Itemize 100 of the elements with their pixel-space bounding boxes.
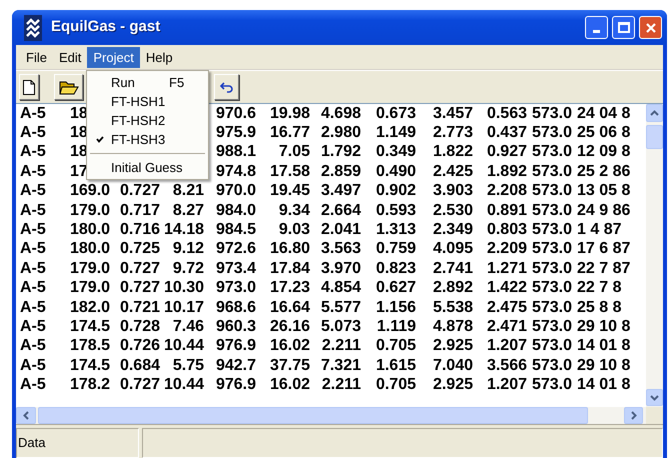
data-cell: 16.80 (270, 240, 310, 258)
data-cell: 5.538 (432, 298, 473, 316)
minimize-button[interactable] (585, 16, 608, 39)
data-cell: 2.208 (486, 182, 527, 200)
data-cell: 19.45 (270, 182, 310, 200)
data-cell: A-5 (20, 298, 46, 316)
data-cell: 0.727 (120, 260, 160, 277)
scroll-left-button[interactable] (16, 407, 36, 424)
menu-option[interactable]: Initial Guess (87, 158, 208, 177)
scroll-down-button[interactable] (646, 389, 663, 406)
data-cell: 2.741 (432, 260, 473, 277)
data-cell: A-5 (20, 376, 46, 394)
data-cell: 573.0 (532, 279, 572, 296)
data-cell: 22 7 8 (577, 279, 622, 296)
document-icon (23, 80, 35, 94)
scroll-up-button[interactable] (646, 104, 663, 122)
data-cell: 0.891 (486, 202, 527, 219)
data-cell: A-5 (20, 318, 46, 335)
data-cell: 17.84 (270, 260, 310, 277)
data-cell: 9.72 (172, 260, 204, 277)
data-cell: 0.759 (376, 240, 416, 258)
data-cell: 16.02 (270, 376, 310, 394)
data-cell: 178.5 (70, 337, 110, 354)
data-cell: 1 4 87 (577, 221, 622, 238)
data-cell: 25 8 8 (577, 298, 622, 316)
data-cell: 573.0 (532, 298, 572, 316)
window-title: EquilGas - gast (51, 17, 160, 38)
menu-option[interactable]: FT-HSH2 (87, 111, 208, 130)
data-cell: 26.16 (270, 318, 310, 335)
menu-item[interactable]: Project (87, 46, 140, 68)
data-cell: 17 (70, 162, 88, 180)
open-folder-button[interactable] (54, 74, 83, 100)
menu-item[interactable]: Edit (52, 46, 88, 68)
data-cell: 179.0 (70, 279, 110, 296)
vertical-scrollbar[interactable] (646, 104, 663, 407)
data-cell: 17.23 (270, 279, 310, 296)
new-file-button[interactable] (19, 74, 39, 100)
data-cell: 17.58 (270, 162, 310, 180)
data-cell: 2.980 (320, 124, 361, 142)
data-cell: 573.0 (532, 162, 572, 180)
data-cell: 180.0 (70, 221, 110, 238)
data-cell: 573.0 (532, 240, 572, 258)
data-cell: 179.0 (70, 260, 110, 277)
data-cell: 29 10 8 (577, 318, 630, 335)
menu-item[interactable]: Help (140, 46, 179, 68)
menu-option[interactable]: FT-HSH1 (87, 92, 208, 111)
data-cell: 2.530 (432, 202, 473, 219)
data-cell: 4.698 (320, 104, 361, 122)
data-cell: 1.207 (486, 337, 527, 354)
data-cell: 0.902 (376, 182, 416, 200)
data-cell: 7.05 (278, 143, 310, 160)
data-cell: 16.77 (270, 124, 310, 142)
data-cell: 2.925 (432, 337, 473, 354)
data-cell: 14.18 (164, 221, 204, 238)
data-cell: 0.593 (376, 202, 416, 219)
data-cell: 2.471 (486, 318, 527, 335)
scroll-thumb[interactable] (646, 125, 663, 149)
data-cell: A-5 (20, 182, 46, 200)
data-cell: 2.773 (432, 124, 473, 142)
data-cell: 1.892 (486, 162, 527, 180)
data-cell: A-5 (20, 124, 46, 142)
data-cell: 22 7 87 (577, 260, 630, 277)
data-cell: 976.9 (216, 337, 256, 354)
data-cell: 0.705 (376, 337, 416, 354)
data-cell: 1.149 (376, 124, 416, 142)
menu-option[interactable]: Run F5 (87, 73, 208, 92)
data-cell: 10.17 (164, 298, 204, 316)
data-cell: 2.211 (322, 337, 361, 354)
checkmark-icon (96, 136, 104, 143)
undo-icon (220, 81, 234, 93)
data-cell: 5.577 (320, 298, 361, 316)
data-cell: 17 6 87 (577, 240, 630, 258)
data-cell: 975.9 (216, 124, 256, 142)
data-cell: A-5 (20, 202, 46, 219)
scroll-right-button[interactable] (624, 407, 643, 424)
maximize-button[interactable] (612, 16, 635, 39)
data-cell: 7.321 (320, 356, 361, 374)
data-cell: 573.0 (532, 318, 572, 335)
data-cell: 2.892 (432, 279, 473, 296)
data-cell: 0.721 (120, 298, 160, 316)
data-cell: 1.156 (376, 298, 416, 316)
data-cell: 573.0 (532, 337, 572, 354)
data-cell: 573.0 (532, 202, 572, 219)
undo-button[interactable] (214, 74, 239, 100)
data-cell: 970.6 (216, 104, 256, 122)
data-cell: 2.925 (432, 376, 473, 394)
data-cell: 2.211 (322, 376, 361, 394)
data-cell: 573.0 (532, 221, 572, 238)
menu-option[interactable]: FT-HSH3 (87, 130, 208, 149)
data-cell: 972.6 (216, 240, 256, 258)
data-cell: 12 09 8 (577, 143, 630, 160)
data-cell: 0.437 (486, 124, 527, 142)
data-cell: A-5 (20, 356, 46, 374)
close-button[interactable] (639, 16, 662, 39)
data-cell: 0.927 (486, 143, 527, 160)
menu-item[interactable]: File (20, 46, 53, 68)
data-cell: 1.271 (486, 260, 527, 277)
data-cell: 14 01 8 (577, 376, 630, 394)
data-cell: 0.726 (120, 337, 160, 354)
data-cell: 25 2 86 (577, 162, 630, 180)
